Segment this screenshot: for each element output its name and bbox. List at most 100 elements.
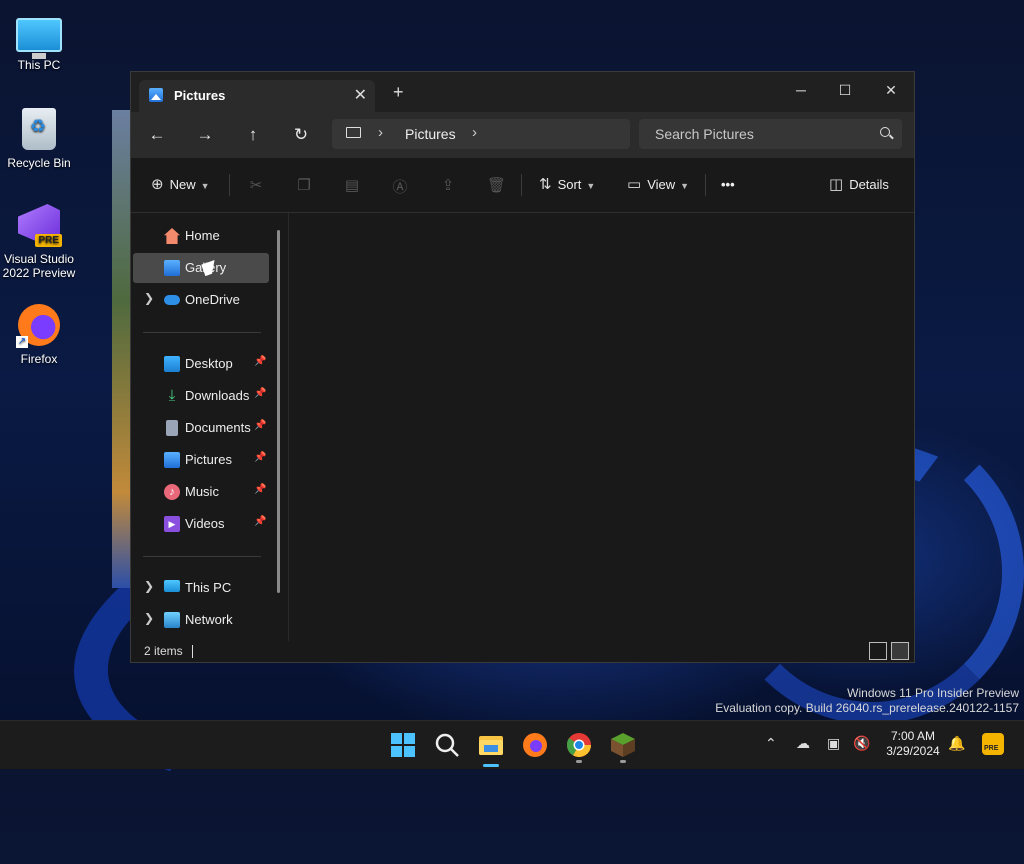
- volume-muted-icon[interactable]: 🔇: [853, 735, 870, 752]
- rename-icon[interactable]: Ⓐ: [391, 176, 409, 196]
- firefox-icon: ↗: [16, 304, 60, 348]
- sidebar-item-label: Videos: [185, 516, 225, 531]
- search-icon[interactable]: [880, 127, 890, 137]
- sidebar-item-onedrive[interactable]: ❯ OneDrive: [133, 285, 269, 315]
- desktop-icon-recycle-bin[interactable]: Recycle Bin: [0, 108, 78, 170]
- view-button[interactable]: ▭ View ▼: [627, 158, 689, 212]
- address-segment-pictures[interactable]: Pictures: [405, 126, 456, 142]
- tiles-view-icon[interactable]: [891, 642, 909, 660]
- clock-time: 7:00 AM: [890, 729, 936, 743]
- sidebar-item-label: Network: [185, 612, 233, 627]
- address-bar[interactable]: › Pictures ›: [332, 119, 630, 149]
- recycle-bin-icon: [22, 108, 56, 150]
- tab-pictures[interactable]: Pictures ✕: [139, 80, 375, 112]
- chevron-right-icon[interactable]: ❯: [144, 291, 154, 305]
- pictures-icon: [164, 452, 180, 468]
- desktop-icon-label-line1: Visual Studio: [4, 252, 74, 266]
- clock-date: 3/29/2024: [886, 744, 940, 758]
- taskbar-firefox[interactable]: [521, 731, 549, 759]
- sidebar-item-videos[interactable]: ▶ Videos 📌: [133, 509, 269, 539]
- document-icon: [166, 420, 178, 436]
- download-icon: ⤓: [168, 387, 176, 404]
- pin-icon[interactable]: 📌: [254, 484, 266, 495]
- taskbar-file-explorer[interactable]: [477, 731, 505, 759]
- pin-icon[interactable]: 📌: [254, 516, 266, 527]
- cloud-icon: [164, 295, 180, 305]
- maximize-button[interactable]: ☐: [823, 76, 867, 104]
- copilot-pre-icon[interactable]: PRE: [982, 733, 1004, 755]
- minimize-button[interactable]: ─: [779, 76, 823, 104]
- cut-icon[interactable]: ✂: [247, 176, 265, 194]
- details-label: Details: [849, 177, 889, 192]
- sidebar-item-documents[interactable]: Documents 📌: [133, 413, 269, 443]
- chevron-right-icon[interactable]: ›: [472, 124, 477, 141]
- details-pane-icon: ◫: [829, 176, 844, 193]
- pin-icon[interactable]: 📌: [254, 452, 266, 463]
- sort-button[interactable]: ⇅ Sort ▼: [539, 158, 595, 212]
- chrome-icon: [566, 733, 591, 758]
- sidebar-item-desktop[interactable]: Desktop 📌: [133, 349, 269, 379]
- chevron-right-icon[interactable]: ›: [378, 124, 383, 141]
- chevron-up-icon[interactable]: ⌃: [765, 735, 777, 752]
- sidebar-item-music[interactable]: ♪ Music 📌: [133, 477, 269, 507]
- new-tab-button[interactable]: +: [393, 82, 404, 103]
- sidebar-item-label: Downloads: [185, 388, 250, 403]
- search-icon: [435, 733, 459, 757]
- copy-icon[interactable]: ❐: [295, 176, 313, 194]
- pin-icon[interactable]: 📌: [254, 388, 266, 399]
- title-bar[interactable]: Pictures ✕ + ─ ☐ ✕: [131, 72, 914, 112]
- onedrive-offline-icon[interactable]: ☁: [796, 735, 810, 752]
- sidebar-item-this-pc[interactable]: ❯ This PC: [133, 573, 269, 603]
- share-icon[interactable]: ⇪: [439, 176, 457, 194]
- start-button[interactable]: [389, 731, 417, 759]
- watermark-line-1: Windows 11 Pro Insider Preview: [847, 686, 1019, 700]
- more-options-button[interactable]: •••: [721, 158, 735, 212]
- pin-icon[interactable]: 📌: [254, 420, 266, 431]
- desktop-icon-this-pc[interactable]: This PC: [0, 12, 78, 72]
- divider: [229, 174, 230, 196]
- details-view-icon[interactable]: [869, 642, 887, 660]
- paste-icon[interactable]: ▤: [343, 176, 361, 194]
- sidebar-item-downloads[interactable]: ⤓ Downloads 📌: [133, 381, 269, 411]
- desktop-icon-visual-studio[interactable]: PRE Visual Studio 2022 Preview: [0, 204, 78, 280]
- sidebar-item-label: OneDrive: [185, 292, 240, 307]
- desktop-icon-label: This PC: [17, 58, 61, 72]
- network-status-icon[interactable]: ▣: [827, 735, 840, 752]
- taskbar: ⌃ ☁ ▣ 🔇 7:00 AM 3/29/2024 🔔 PRE: [0, 720, 1024, 769]
- tray-pre-badge: PRE: [984, 745, 999, 752]
- file-explorer-window: Pictures ✕ + ─ ☐ ✕ ← → ↑ ↻ › Pictures › …: [130, 71, 915, 663]
- monitor-icon: [164, 580, 180, 592]
- forward-arrow-icon[interactable]: →: [193, 124, 217, 148]
- desktop-icon-firefox[interactable]: ↗ Firefox: [0, 304, 78, 366]
- taskbar-chrome[interactable]: [565, 731, 593, 759]
- chevron-right-icon[interactable]: ❯: [144, 611, 154, 625]
- close-button[interactable]: ✕: [869, 76, 913, 104]
- search-button[interactable]: [433, 731, 461, 759]
- system-clock[interactable]: 7:00 AM 3/29/2024: [880, 729, 946, 759]
- delete-icon[interactable]: 🗑: [487, 176, 506, 194]
- sidebar-item-network[interactable]: ❯ Network: [133, 605, 269, 635]
- tab-close-button[interactable]: ✕: [354, 85, 367, 105]
- search-box[interactable]: Search Pictures: [639, 119, 902, 149]
- pin-icon[interactable]: 📌: [254, 356, 266, 367]
- shortcut-arrow-icon: ↗: [16, 336, 28, 348]
- refresh-icon[interactable]: ↻: [289, 124, 313, 148]
- sidebar-item-pictures[interactable]: Pictures 📌: [133, 445, 269, 475]
- sidebar-item-gallery[interactable]: Gallery: [133, 253, 269, 283]
- details-button[interactable]: ◫ Details: [829, 158, 889, 212]
- sidebar-item-label: This PC: [185, 580, 232, 595]
- chevron-right-icon[interactable]: ❯: [144, 579, 154, 593]
- up-arrow-icon[interactable]: ↑: [241, 124, 265, 148]
- desktop-icon: [164, 356, 180, 372]
- back-arrow-icon[interactable]: ←: [145, 124, 169, 148]
- desktop-icon-label: Firefox: [20, 352, 58, 366]
- divider: [521, 174, 522, 196]
- new-button[interactable]: ⊕ New ▼: [151, 158, 210, 212]
- notification-bell-icon[interactable]: 🔔: [948, 735, 965, 752]
- pane-divider[interactable]: [288, 213, 289, 641]
- taskbar-minecraft[interactable]: [609, 731, 637, 759]
- home-icon: [164, 228, 180, 244]
- sidebar-scrollbar[interactable]: [277, 230, 280, 593]
- sidebar-item-home[interactable]: Home: [133, 221, 269, 251]
- sidebar-item-label: Pictures: [185, 452, 232, 467]
